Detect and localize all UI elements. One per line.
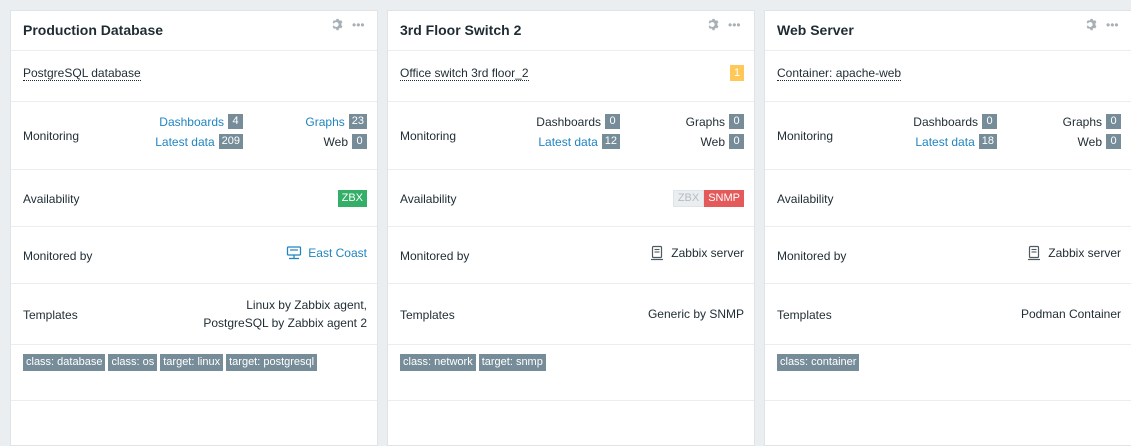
monitored-by-proxy-link[interactable]: East Coast [308, 246, 367, 260]
templates-row: Templates Podman Container [765, 284, 1131, 345]
monitoring-row: Monitoring Dashboards 4 Graphs 23 Latest d… [11, 102, 377, 170]
tag-badge: class: os [108, 354, 158, 371]
tag-badge: class: container [777, 354, 860, 371]
latest-data-count: 18 [978, 134, 997, 149]
dashboards-link: Dashboards 0 [913, 114, 997, 129]
dashboards-count: 0 [605, 114, 620, 129]
web-count: 0 [352, 134, 367, 149]
web-link: Web 0 [701, 134, 744, 149]
card-title: 3rd Floor Switch 2 [400, 22, 522, 38]
gear-icon[interactable] [1085, 18, 1098, 31]
monitored-by-row: Monitored by Zabbix server [765, 227, 1131, 284]
host-description: Office switch 3rd floor_2 [400, 66, 529, 81]
graphs-link: Graphs 0 [686, 114, 744, 129]
dashboards-count: 0 [982, 114, 997, 129]
monitoring-label: Monitoring [23, 129, 80, 143]
card-header: Production Database ••• [11, 11, 377, 51]
latest-data-count: 12 [601, 134, 620, 149]
latest-data-link[interactable]: Latest data 18 [915, 134, 997, 149]
graphs-link: Graphs 0 [1063, 114, 1121, 129]
proxy-icon [287, 246, 302, 260]
monitored-by-row: Monitored by Zabbix server [388, 227, 754, 284]
latest-data-count: 209 [218, 134, 243, 149]
host-card-production-database: Production Database ••• PostgreSQL datab… [10, 10, 378, 446]
templates-row: Templates Generic by SNMP [388, 284, 754, 345]
web-link: Web 0 [1078, 134, 1121, 149]
dashboards-count: 4 [228, 114, 243, 129]
snmp-availability-badge[interactable]: SNMP [704, 190, 744, 207]
more-dots-icon[interactable]: ••• [728, 19, 741, 31]
web-count: 0 [729, 134, 744, 149]
card-title: Web Server [777, 22, 854, 38]
monitored-by-row: Monitored by East Coast [11, 227, 377, 284]
web-link: Web 0 [324, 134, 367, 149]
host-card-3rd-floor-switch-2: 3rd Floor Switch 2 ••• Office switch 3rd… [387, 10, 755, 446]
server-icon [1028, 245, 1041, 261]
templates-label: Templates [400, 308, 455, 322]
problem-count-badge[interactable]: 1 [730, 65, 744, 81]
template-item: Generic by SNMP [647, 307, 744, 321]
templates-label: Templates [23, 308, 78, 322]
availability-label: Availability [777, 192, 834, 206]
description-row: PostgreSQL database [11, 51, 377, 102]
monitoring-label: Monitoring [777, 129, 834, 143]
monitoring-label: Monitoring [400, 129, 457, 143]
availability-row: Availability ZBX [11, 170, 377, 227]
zbx-availability-badge[interactable]: ZBX [337, 190, 367, 207]
description-row: Container: apache-web [765, 51, 1131, 102]
graphs-count: 0 [1106, 114, 1121, 129]
tag-badge: class: database [23, 354, 106, 371]
tag-badge: target: snmp [478, 354, 546, 371]
dashboards-link: Dashboards 0 [536, 114, 620, 129]
description-row: Office switch 3rd floor_2 1 [388, 51, 754, 102]
tags-row: class: network target: snmp [388, 345, 754, 401]
host-description: Container: apache-web [777, 66, 902, 81]
more-dots-icon[interactable]: ••• [352, 19, 365, 31]
availability-row: Availability [765, 170, 1131, 227]
more-dots-icon[interactable]: ••• [1106, 19, 1119, 31]
server-icon [651, 245, 664, 261]
host-card-web-server: Web Server ••• Container: apache-web Mon… [764, 10, 1131, 446]
card-title: Production Database [23, 22, 164, 38]
availability-label: Availability [400, 192, 457, 206]
template-item: Podman Container [1020, 307, 1121, 321]
tags-row: class: container [765, 345, 1131, 401]
tag-badge: class: network [400, 354, 476, 371]
web-count: 0 [1106, 134, 1121, 149]
graphs-link[interactable]: Graphs 23 [305, 114, 367, 129]
dashboards-link[interactable]: Dashboards 4 [159, 114, 243, 129]
monitored-by-label: Monitored by [23, 249, 93, 263]
graphs-count: 23 [348, 114, 367, 129]
tag-badge: target: linux [160, 354, 224, 371]
host-description: PostgreSQL database [23, 66, 141, 81]
monitored-by-label: Monitored by [400, 249, 470, 263]
monitored-by-label: Monitored by [777, 249, 847, 263]
templates-label: Templates [777, 308, 832, 322]
templates-row: Templates Linux by Zabbix agent, Postgre… [11, 284, 377, 345]
latest-data-link[interactable]: Latest data 209 [155, 134, 243, 149]
gear-icon[interactable] [707, 18, 720, 31]
availability-row: Availability ZBX SNMP [388, 170, 754, 227]
tags-row: class: database class: os target: linux … [11, 345, 377, 401]
card-header: Web Server ••• [765, 11, 1131, 51]
graphs-count: 0 [729, 114, 744, 129]
tag-badge: target: postgresql [226, 354, 318, 371]
monitoring-row: Monitoring Dashboards 0 Graphs 0 Latest da… [388, 102, 754, 170]
latest-data-link[interactable]: Latest data 12 [538, 134, 620, 149]
template-item: Linux by Zabbix agent, [246, 298, 367, 312]
template-item: PostgreSQL by Zabbix agent 2 [203, 316, 367, 330]
host-cards-board: Production Database ••• PostgreSQL datab… [0, 0, 1131, 446]
card-header: 3rd Floor Switch 2 ••• [388, 11, 754, 51]
zbx-availability-badge[interactable]: ZBX [672, 190, 705, 207]
availability-label: Availability [23, 192, 80, 206]
monitoring-row: Monitoring Dashboards 0 Graphs 0 Latest da… [765, 102, 1131, 170]
gear-icon[interactable] [331, 18, 344, 31]
monitored-by-server: Zabbix server [671, 246, 744, 260]
monitored-by-server: Zabbix server [1048, 246, 1121, 260]
